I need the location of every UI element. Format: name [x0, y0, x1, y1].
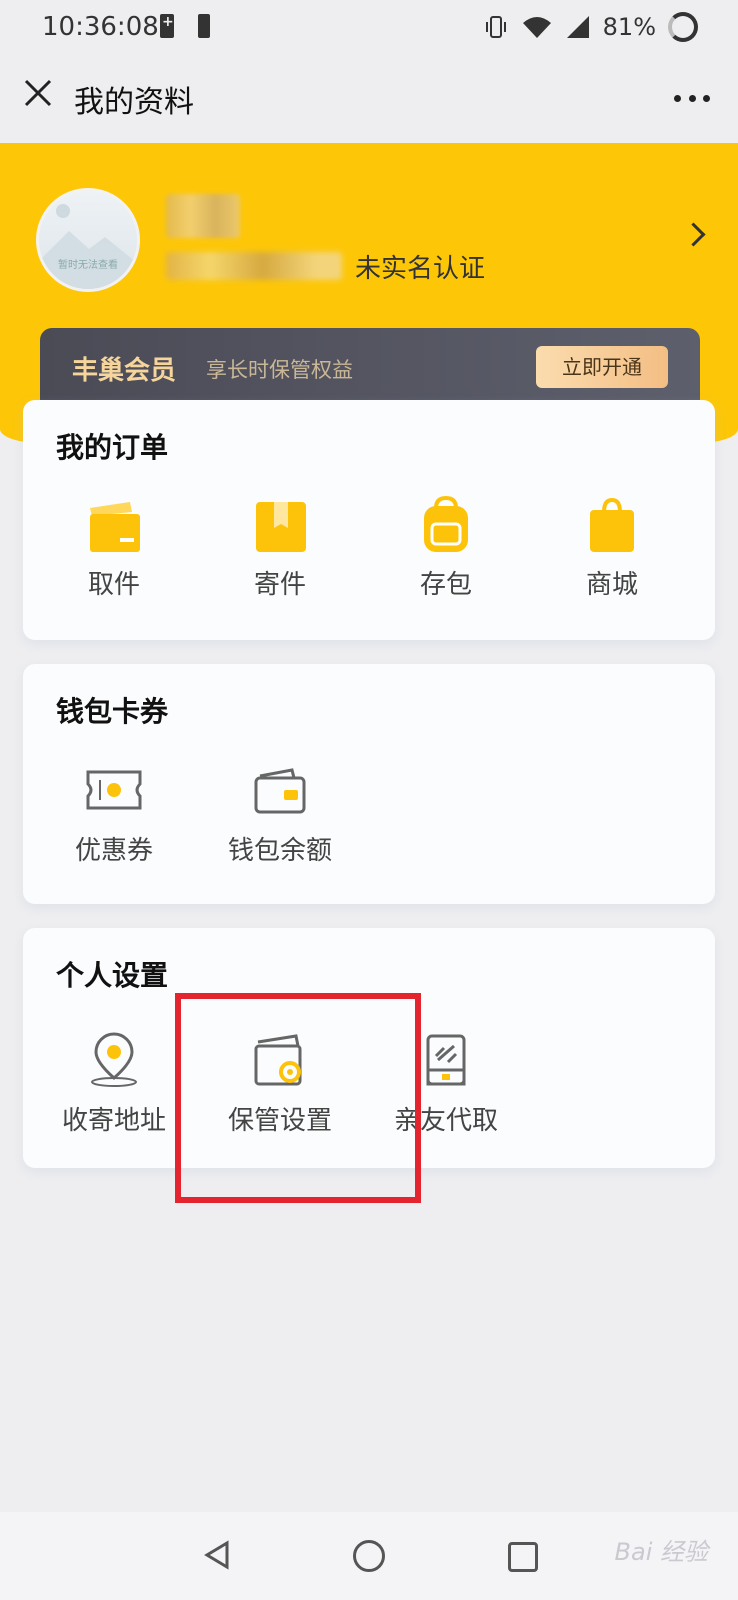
vip-title: 丰巢会员 [72, 356, 177, 386]
wallet-card: 钱包卡券 优惠券 钱包余额 [23, 664, 715, 904]
back-icon[interactable] [203, 1540, 231, 1570]
app-header: 我的资料 [0, 55, 738, 143]
settings-title: 个人设置 [56, 959, 169, 992]
settings-address[interactable]: 收寄地址 [29, 1032, 199, 1137]
wallet-balance-label: 钱包余额 [227, 836, 332, 866]
home-icon[interactable] [353, 1540, 385, 1572]
watermark: Bai 经验 [614, 1538, 708, 1566]
recent-apps-icon[interactable] [508, 1542, 538, 1572]
orders-card: 我的订单 取件 寄件 存包 商城 [23, 400, 715, 640]
wallet-icon [254, 768, 306, 814]
link-phone-icon [426, 1034, 466, 1086]
orders-title: 我的订单 [56, 431, 169, 464]
wallet-balance[interactable]: 钱包余额 [195, 768, 365, 867]
image-placeholder-icon [39, 204, 137, 289]
wifi-icon [522, 17, 551, 38]
signal-icon [566, 16, 589, 38]
close-icon[interactable] [20, 75, 56, 111]
vip-subtitle: 享长时保管权益 [206, 358, 353, 382]
battery-percent: 81% [602, 13, 656, 41]
order-send-label: 寄件 [253, 570, 306, 600]
charging-icon [160, 14, 174, 38]
wallet-coupon[interactable]: 优惠券 [29, 768, 199, 867]
battery-ring-icon [668, 12, 698, 42]
user-name-redacted [166, 194, 240, 238]
pickup-box-icon [90, 502, 140, 552]
order-mall-label: 商城 [585, 570, 638, 600]
avatar-caption: 暂时无法查看 [58, 260, 118, 271]
more-options-icon[interactable] [674, 93, 710, 103]
settings-address-label: 收寄地址 [61, 1106, 166, 1136]
backpack-storage-icon [424, 496, 468, 552]
status-time: 10:36:08 [42, 12, 159, 42]
highlight-box [175, 993, 421, 1203]
order-storage-label: 存包 [419, 570, 472, 600]
avatar[interactable]: 暂时无法查看 [36, 188, 140, 292]
page-title: 我的资料 [74, 85, 194, 120]
battery-small-icon [198, 14, 210, 38]
send-package-icon [256, 502, 306, 552]
order-storage[interactable]: 存包 [361, 496, 531, 601]
system-navigation-bar: Bai 经验 [0, 1512, 738, 1600]
shopping-bag-icon [590, 497, 634, 552]
vip-activate-button[interactable]: 立即开通 [536, 346, 668, 388]
vibrate-icon [485, 16, 506, 38]
wallet-coupon-label: 优惠券 [74, 836, 153, 866]
order-pickup-label: 取件 [87, 570, 140, 600]
status-indicators: 81% [483, 10, 698, 44]
user-phone-redacted [166, 252, 342, 280]
order-mall[interactable]: 商城 [527, 496, 697, 601]
status-bar: 10:36:08 81% [0, 0, 738, 55]
verification-status[interactable]: 未实名认证 [355, 248, 485, 285]
order-pickup[interactable]: 取件 [29, 496, 199, 601]
coupon-icon [86, 770, 142, 810]
order-send[interactable]: 寄件 [195, 496, 365, 601]
location-pin-icon [91, 1032, 137, 1087]
wallet-title: 钱包卡券 [56, 695, 169, 728]
